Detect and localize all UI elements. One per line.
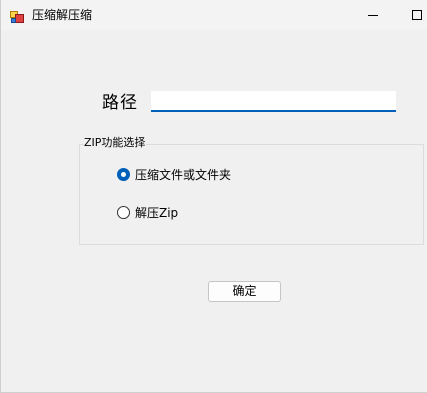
group-legend: ZIP功能选择 (84, 136, 147, 150)
minimize-icon (368, 15, 378, 16)
zip-function-group (79, 144, 424, 245)
main-window: 压缩解压缩 路径 ZIP功能选择 压缩文件或文件夹 解压Zip 确定 (0, 0, 427, 393)
path-label: 路径 (102, 93, 138, 113)
maximize-button[interactable] (405, 0, 427, 30)
radio-compress-label[interactable]: 压缩文件或文件夹 (135, 167, 231, 183)
path-input[interactable] (151, 91, 396, 112)
maximize-icon (412, 10, 422, 20)
radio-checked-icon[interactable] (117, 168, 130, 181)
app-icon (10, 8, 24, 23)
confirm-button[interactable]: 确定 (208, 281, 281, 302)
title-bar[interactable]: 压缩解压缩 (1, 0, 427, 30)
radio-unchecked-icon[interactable] (117, 206, 130, 219)
radio-decompress-label[interactable]: 解压Zip (135, 205, 178, 221)
minimize-button[interactable] (359, 0, 387, 30)
window-title: 压缩解压缩 (32, 8, 93, 22)
